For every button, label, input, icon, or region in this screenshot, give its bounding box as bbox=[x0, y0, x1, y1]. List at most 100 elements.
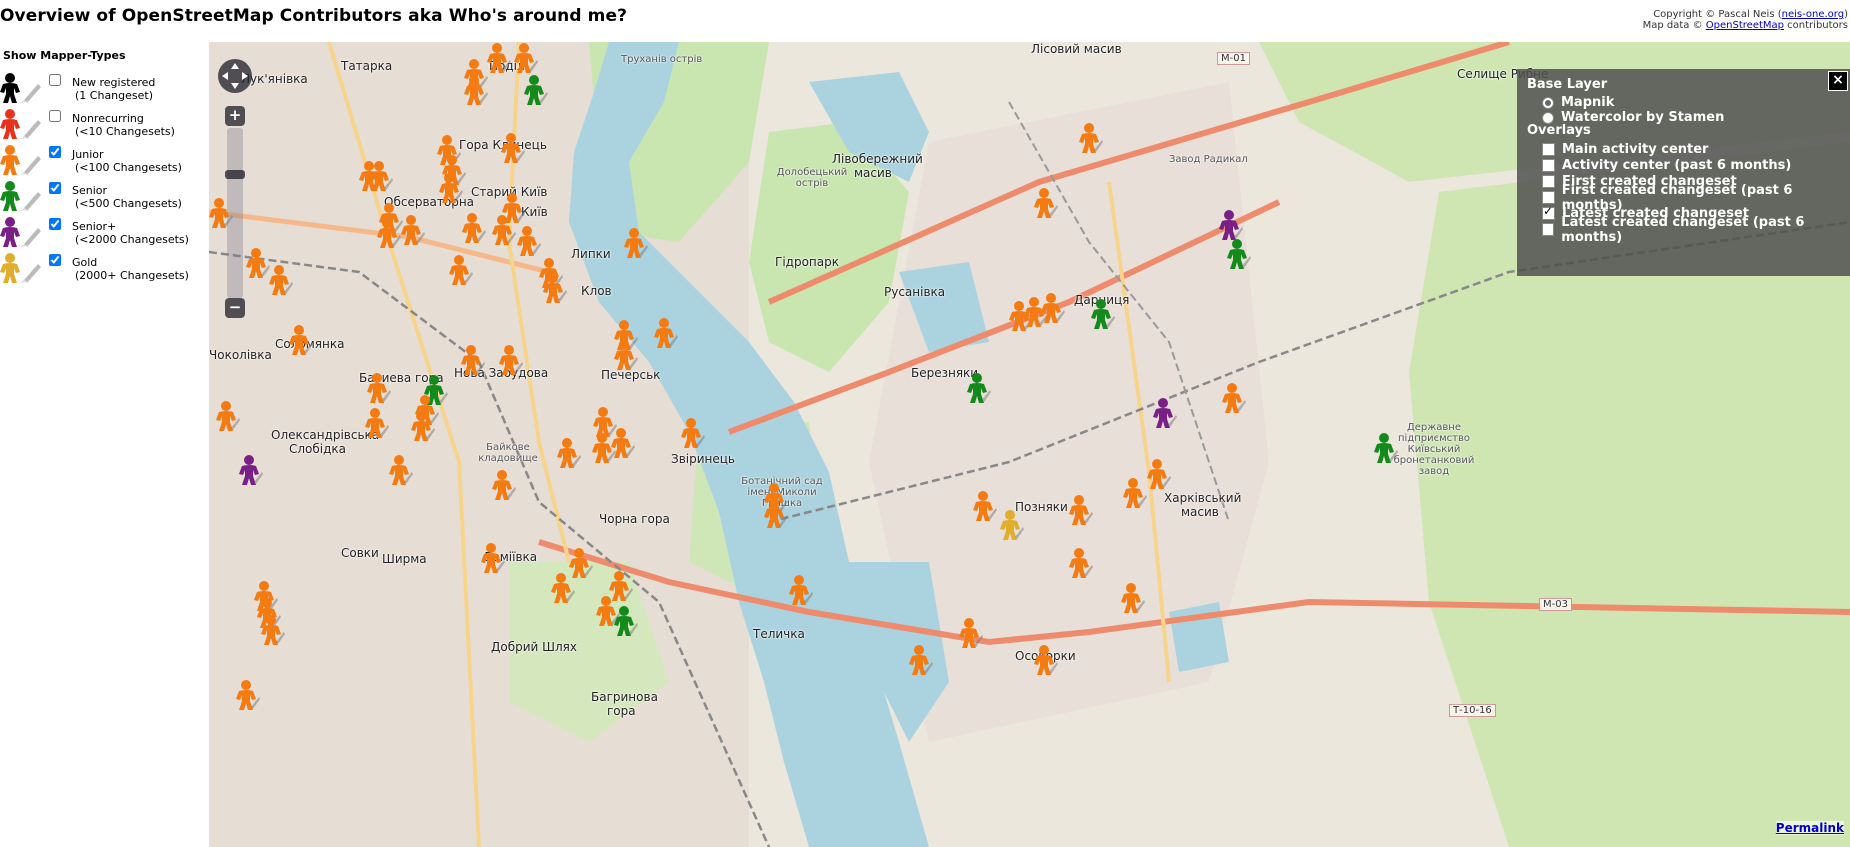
mapper-marker[interactable] bbox=[1147, 458, 1171, 490]
mapper-marker[interactable] bbox=[1227, 238, 1251, 270]
mapper-marker[interactable] bbox=[492, 469, 516, 501]
place-label: Теличка bbox=[753, 627, 805, 641]
mapper-marker[interactable] bbox=[365, 407, 389, 439]
mapper-type-sub: (<10 Changesets) bbox=[75, 125, 175, 138]
base-layer-radio[interactable] bbox=[1542, 96, 1554, 109]
mapper-marker[interactable] bbox=[1222, 382, 1246, 414]
mapper-marker[interactable] bbox=[389, 454, 413, 486]
place-label: Клов bbox=[581, 284, 612, 298]
base-layer-radio[interactable] bbox=[1542, 111, 1554, 124]
poi-label: Труханів острів bbox=[621, 54, 703, 65]
zoom-slider-handle[interactable] bbox=[225, 170, 245, 179]
overlay-checkbox[interactable] bbox=[1542, 191, 1555, 204]
mapper-marker[interactable] bbox=[614, 339, 638, 371]
mapper-marker[interactable] bbox=[624, 227, 648, 259]
mapper-marker[interactable] bbox=[614, 605, 638, 637]
mapper-marker[interactable] bbox=[439, 172, 463, 204]
mapper-marker[interactable] bbox=[367, 372, 391, 404]
mapper-marker[interactable] bbox=[239, 454, 263, 486]
mapper-marker[interactable] bbox=[401, 214, 425, 246]
map-view[interactable]: Лук'янівкаТатаркаПоділГора КлинецьОбсерв… bbox=[209, 42, 1850, 847]
mapper-marker[interactable] bbox=[514, 42, 538, 74]
mapper-marker[interactable] bbox=[499, 344, 523, 376]
mapper-marker[interactable] bbox=[1079, 122, 1103, 154]
close-layer-switcher-button[interactable]: × bbox=[1828, 71, 1848, 91]
zoom-bar[interactable] bbox=[227, 128, 243, 298]
mapper-marker[interactable] bbox=[1123, 477, 1147, 509]
mapper-marker[interactable] bbox=[764, 497, 788, 529]
mapper-marker[interactable] bbox=[557, 437, 581, 469]
overlay-checkbox[interactable] bbox=[1542, 175, 1555, 188]
mapper-marker[interactable] bbox=[1041, 292, 1065, 324]
mapper-marker[interactable] bbox=[1034, 187, 1058, 219]
mapper-marker[interactable] bbox=[269, 264, 293, 296]
mapper-marker[interactable] bbox=[1153, 397, 1177, 429]
poi-label: Державне підприємство Київський бронетан… bbox=[1393, 422, 1475, 477]
mapper-marker[interactable] bbox=[543, 272, 567, 304]
mapper-type-checkbox[interactable] bbox=[49, 182, 61, 194]
zoom-out-button[interactable]: − bbox=[225, 298, 245, 318]
mapper-marker[interactable] bbox=[377, 217, 401, 249]
mapper-marker[interactable] bbox=[1374, 432, 1398, 464]
overlay-checkbox[interactable] bbox=[1542, 159, 1555, 172]
place-label: Совки bbox=[341, 546, 379, 560]
mapper-marker[interactable] bbox=[789, 574, 813, 606]
mapper-marker[interactable] bbox=[236, 679, 260, 711]
mapper-marker[interactable] bbox=[464, 74, 488, 106]
mapper-marker[interactable] bbox=[681, 417, 705, 449]
mapper-marker[interactable] bbox=[487, 42, 511, 74]
neis-one-link[interactable]: neis-one.org bbox=[1782, 9, 1844, 20]
mapper-type-checkbox[interactable] bbox=[49, 74, 61, 86]
overlay-checkbox[interactable] bbox=[1542, 204, 1555, 220]
pan-control[interactable] bbox=[217, 58, 253, 94]
mapper-type-checkbox[interactable] bbox=[49, 110, 61, 122]
zoom-in-button[interactable]: + bbox=[225, 106, 245, 126]
mapper-type-sub: (<500 Changesets) bbox=[75, 197, 182, 210]
mapper-marker[interactable] bbox=[369, 160, 393, 192]
place-label: Багринова bbox=[591, 690, 658, 704]
permalink-link[interactable]: Permalink bbox=[1775, 821, 1844, 835]
mapper-type-checkbox[interactable] bbox=[49, 218, 61, 230]
mapper-marker[interactable] bbox=[261, 614, 285, 646]
overlay-option[interactable]: Main activity center bbox=[1542, 141, 1708, 158]
mapper-marker[interactable] bbox=[1219, 209, 1243, 241]
mapper-marker[interactable] bbox=[909, 644, 933, 676]
mapper-marker[interactable] bbox=[517, 225, 541, 257]
mapper-marker[interactable] bbox=[611, 427, 635, 459]
openstreetmap-link[interactable]: OpenStreetMap bbox=[1706, 20, 1784, 31]
mapper-marker[interactable] bbox=[481, 542, 505, 574]
overlay-option[interactable]: Latest created changeset (past 6 months) bbox=[1542, 215, 1850, 245]
mapper-type-sub: (<100 Changesets) bbox=[75, 161, 182, 174]
mapper-marker[interactable] bbox=[501, 132, 525, 164]
mapper-marker[interactable] bbox=[289, 324, 313, 356]
overlay-option[interactable]: Activity center (past 6 months) bbox=[1542, 157, 1791, 174]
layer-switcher: × Base Layer Mapnik Watercolor by Stamen … bbox=[1517, 69, 1850, 276]
mapper-type-label: Gold (2000+ Changesets) bbox=[72, 256, 189, 282]
mapper-marker[interactable] bbox=[216, 400, 240, 432]
mapper-marker[interactable] bbox=[959, 617, 983, 649]
mapper-marker[interactable] bbox=[1121, 582, 1145, 614]
mapper-marker[interactable] bbox=[411, 410, 435, 442]
mapper-marker[interactable] bbox=[462, 212, 486, 244]
overlay-checkbox[interactable] bbox=[1542, 143, 1555, 156]
mapper-type-checkbox[interactable] bbox=[49, 254, 61, 266]
mapper-type-checkbox[interactable] bbox=[49, 146, 61, 158]
road-shield: М-01 bbox=[1217, 52, 1250, 65]
overlay-option[interactable]: First created changeset (past 6 months) bbox=[1542, 183, 1850, 213]
mapper-marker[interactable] bbox=[967, 372, 991, 404]
mapper-marker[interactable] bbox=[973, 490, 997, 522]
mapper-type-row: Gold (2000+ Changesets) bbox=[0, 252, 205, 288]
mapper-marker[interactable] bbox=[461, 344, 485, 376]
mapper-figure-icon bbox=[0, 252, 44, 288]
mapper-marker[interactable] bbox=[1069, 547, 1093, 579]
mapper-marker[interactable] bbox=[551, 572, 575, 604]
mapper-marker[interactable] bbox=[1069, 494, 1093, 526]
overlay-checkbox[interactable] bbox=[1542, 223, 1555, 236]
mapper-marker[interactable] bbox=[1091, 298, 1115, 330]
mapper-marker[interactable] bbox=[654, 317, 678, 349]
mapper-marker[interactable] bbox=[449, 254, 473, 286]
mapper-marker[interactable] bbox=[502, 192, 526, 224]
mapper-marker[interactable] bbox=[1000, 509, 1024, 541]
mapper-marker[interactable] bbox=[1034, 644, 1058, 676]
mapper-marker[interactable] bbox=[524, 74, 548, 106]
